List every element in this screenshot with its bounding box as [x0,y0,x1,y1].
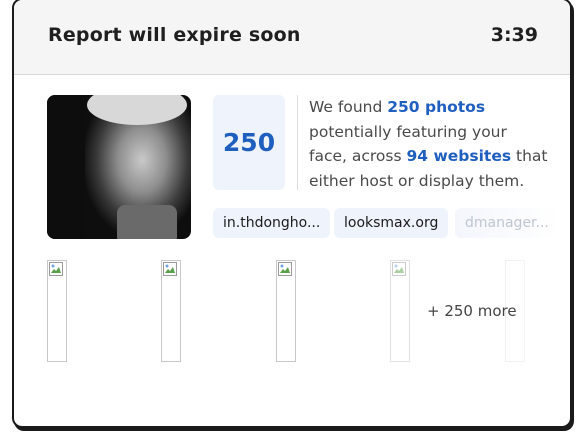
report-card: Report will expire soon 3:39 250 We foun… [12,0,572,428]
website-chip[interactable]: dmanager... [455,208,559,238]
photo-thumbnail[interactable] [47,260,67,362]
report-header: Report will expire soon 3:39 [14,0,570,75]
photos-count-link[interactable]: 250 photos [387,98,485,116]
expire-title: Report will expire soon [48,24,301,46]
website-chip[interactable]: in.thdongho... [213,208,331,238]
photo-thumbnail[interactable] [161,260,181,362]
website-chips: in.thdongho... looksmax.org dmanager... [213,208,570,238]
summary-description: We found 250 photos potentially featurin… [309,98,548,190]
photo-count-badge: 250 [213,95,285,190]
broken-image-icon [163,262,177,276]
broken-image-icon [392,262,406,276]
broken-image-icon [49,262,63,276]
photo-thumbnail[interactable] [390,260,410,362]
countdown-timer: 3:39 [490,24,538,46]
summary-divider [297,95,298,190]
broken-image-icon [278,262,292,276]
website-chip[interactable]: looksmax.org [334,208,449,238]
photo-thumbnail[interactable] [276,260,296,362]
more-photos-label[interactable]: + 250 more [427,302,517,320]
scroll-fade [510,250,570,370]
websites-count-link[interactable]: 94 websites [406,147,511,165]
face-thumbnail [47,95,191,239]
